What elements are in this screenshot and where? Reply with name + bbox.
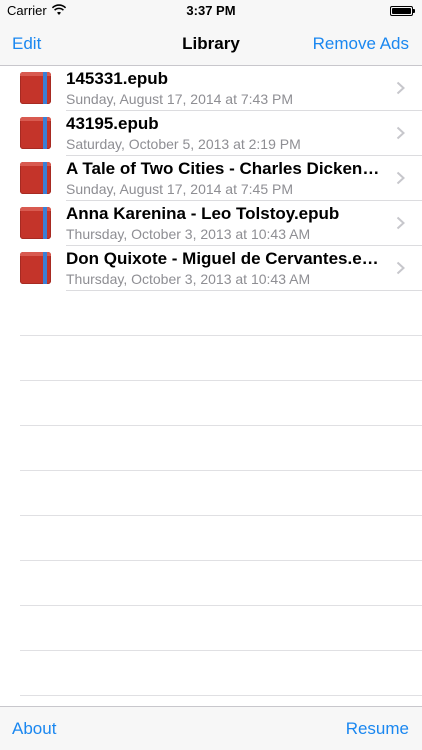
book-date: Sunday, August 17, 2014 at 7:45 PM (66, 181, 294, 197)
empty-row (0, 336, 422, 381)
book-date: Thursday, October 3, 2013 at 10:43 AM (66, 226, 311, 242)
status-time: 3:37 PM (186, 3, 236, 18)
book-icon (20, 117, 51, 149)
empty-row (0, 651, 422, 696)
book-title: 145331.epub (66, 69, 169, 88)
chevron-right-icon (396, 216, 405, 230)
book-list: 145331.epub Sunday, August 17, 2014 at 7… (0, 66, 422, 696)
empty-row (0, 471, 422, 516)
chevron-right-icon (396, 81, 405, 95)
chevron-right-icon (396, 126, 405, 140)
book-icon (20, 72, 51, 104)
remove-ads-button[interactable]: Remove Ads (313, 34, 409, 54)
book-icon (20, 162, 51, 194)
book-row[interactable]: 43195.epub Saturday, October 5, 2013 at … (0, 111, 422, 156)
resume-button[interactable]: Resume (346, 719, 409, 739)
battery-icon (390, 6, 415, 16)
battery-fill (392, 8, 411, 14)
empty-row (0, 426, 422, 471)
book-date: Thursday, October 3, 2013 at 10:43 AM (66, 271, 311, 287)
chevron-right-icon (396, 261, 405, 275)
book-row[interactable]: Don Quixote - Miguel de Cervantes.epub T… (0, 246, 422, 291)
empty-row (0, 516, 422, 561)
book-title: A Tale of Two Cities - Charles Dickens.e… (66, 159, 381, 178)
book-title: Anna Karenina - Leo Tolstoy.epub (66, 204, 340, 223)
chevron-right-icon (396, 171, 405, 185)
book-title: 43195.epub (66, 114, 159, 133)
empty-row (0, 381, 422, 426)
book-row[interactable]: 145331.epub Sunday, August 17, 2014 at 7… (0, 66, 422, 111)
empty-row (0, 561, 422, 606)
book-icon (20, 207, 51, 239)
empty-row (0, 606, 422, 651)
navigation-bar: Edit Library Remove Ads (0, 22, 422, 66)
status-bar: Carrier 3:37 PM (0, 0, 422, 22)
book-row[interactable]: A Tale of Two Cities - Charles Dickens.e… (0, 156, 422, 201)
bottom-toolbar: About Resume (0, 706, 422, 750)
book-icon (20, 252, 51, 284)
about-button[interactable]: About (12, 719, 56, 739)
book-date: Saturday, October 5, 2013 at 2:19 PM (66, 136, 301, 152)
empty-row (0, 291, 422, 336)
library-screen: Carrier 3:37 PM Edit Library Remove Ads … (0, 0, 422, 750)
book-row[interactable]: Anna Karenina - Leo Tolstoy.epub Thursda… (0, 201, 422, 246)
book-title: Don Quixote - Miguel de Cervantes.epub (66, 249, 381, 268)
book-date: Sunday, August 17, 2014 at 7:43 PM (66, 91, 294, 107)
